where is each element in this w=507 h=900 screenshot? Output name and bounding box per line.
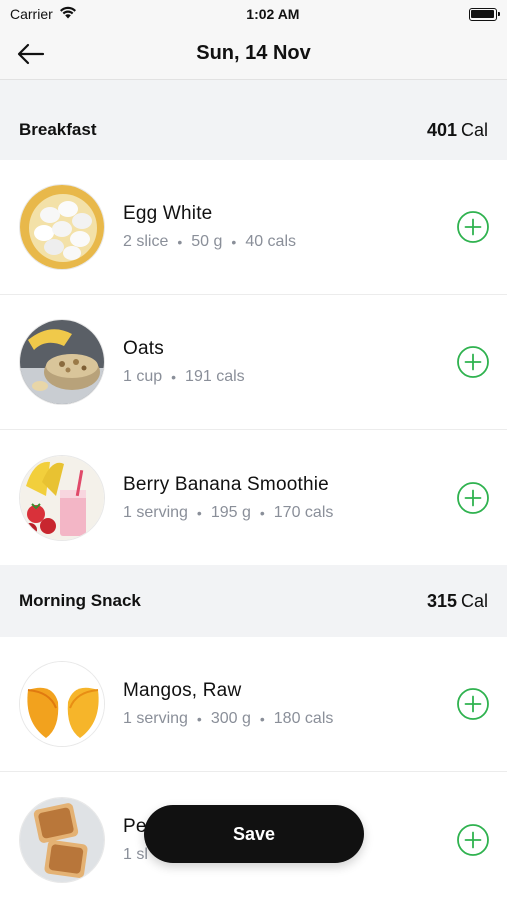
food-weight: 195 g	[210, 503, 251, 521]
section-calories: 315 Cal	[427, 591, 488, 612]
food-item-oats[interactable]: Oats 1 cup • 191 cals	[0, 295, 507, 430]
section-header-breakfast: Breakfast 401 Cal	[0, 100, 507, 160]
food-weight: 300 g	[210, 710, 251, 727]
separator-dot: •	[196, 711, 202, 727]
food-info: Berry Banana Smoothie 1 serving • 195 g …	[123, 474, 456, 522]
arrow-left-icon	[17, 43, 45, 65]
food-thumbnail-smoothie	[19, 454, 105, 541]
section-calories-value: 315	[426, 590, 457, 611]
plus-circle-icon[interactable]	[456, 687, 490, 721]
plus-circle-icon[interactable]	[456, 210, 490, 244]
section-calories-unit: Cal	[460, 590, 488, 611]
separator-dot: •	[196, 504, 202, 521]
food-quantity: 1 serving	[123, 503, 188, 521]
food-thumbnail-mango	[19, 661, 105, 747]
separator-dot: •	[259, 504, 265, 521]
page-title: Sun, 14 Nov	[196, 42, 311, 64]
food-info: Oats 1 cup • 191 cals	[123, 338, 456, 386]
food-calories: 180 cals	[273, 710, 334, 727]
plus-circle-icon[interactable]	[456, 823, 490, 857]
food-name: Mangos, Raw	[123, 680, 242, 701]
food-meta: 1 serving • 300 g • 180 cals	[123, 710, 456, 728]
plus-circle-icon[interactable]	[456, 481, 490, 515]
save-button[interactable]: Save	[144, 805, 364, 863]
section-gap	[0, 80, 507, 100]
section-title: Morning Snack	[19, 591, 141, 610]
food-thumbnail-oats	[19, 319, 105, 405]
food-meta: 2 slice • 50 g • 40 cals	[123, 233, 456, 251]
food-quantity: 1 cup	[123, 368, 163, 385]
food-info: Mangos, Raw 1 serving • 300 g • 180 cals	[123, 680, 456, 728]
food-quantity: 2 slice	[123, 233, 169, 250]
wifi-icon	[59, 6, 77, 22]
plus-circle-icon[interactable]	[456, 345, 490, 379]
food-item-berry-banana-smoothie[interactable]: Berry Banana Smoothie 1 serving • 195 g …	[0, 430, 507, 565]
section-title: Breakfast	[19, 120, 97, 139]
food-calories: 191 cals	[185, 368, 245, 385]
status-bar: Carrier 1:02 AM	[0, 0, 507, 28]
status-left: Carrier	[10, 6, 77, 22]
nav-bar: Sun, 14 Nov	[0, 28, 507, 80]
food-info: Egg White 2 slice • 50 g • 40 cals	[123, 203, 456, 251]
food-name: Oats	[123, 338, 164, 359]
separator-dot: •	[171, 369, 177, 385]
food-weight: 50 g	[191, 233, 223, 250]
section-header-morning-snack: Morning Snack 315 Cal	[0, 565, 507, 637]
food-calories: 170 cals	[273, 503, 334, 521]
separator-dot: •	[259, 711, 265, 727]
status-time: 1:02 AM	[246, 6, 300, 22]
food-quantity: 1 sl	[123, 845, 148, 863]
food-meta: 1 serving • 195 g • 170 cals	[123, 504, 456, 522]
food-quantity: 1 serving	[123, 710, 188, 727]
battery-icon	[468, 7, 500, 21]
food-calories: 40 cals	[245, 233, 297, 250]
back-button[interactable]	[14, 38, 48, 70]
food-name: Berry Banana Smoothie	[123, 473, 329, 495]
section-calories: 401 Cal	[427, 120, 488, 141]
section-calories-unit: Cal	[460, 119, 488, 140]
food-name: Egg White	[123, 203, 213, 224]
food-thumbnail-egg-white	[19, 184, 105, 270]
food-meta: 1 cup • 191 cals	[123, 368, 456, 386]
section-calories-value: 401	[426, 119, 457, 140]
separator-dot: •	[177, 234, 183, 250]
separator-dot: •	[231, 234, 237, 250]
food-item-mangos-raw[interactable]: Mangos, Raw 1 serving • 300 g • 180 cals	[0, 637, 507, 772]
carrier-label: Carrier	[10, 6, 53, 22]
food-item-egg-white[interactable]: Egg White 2 slice • 50 g • 40 cals	[0, 160, 507, 295]
food-thumbnail-toast	[19, 796, 105, 883]
